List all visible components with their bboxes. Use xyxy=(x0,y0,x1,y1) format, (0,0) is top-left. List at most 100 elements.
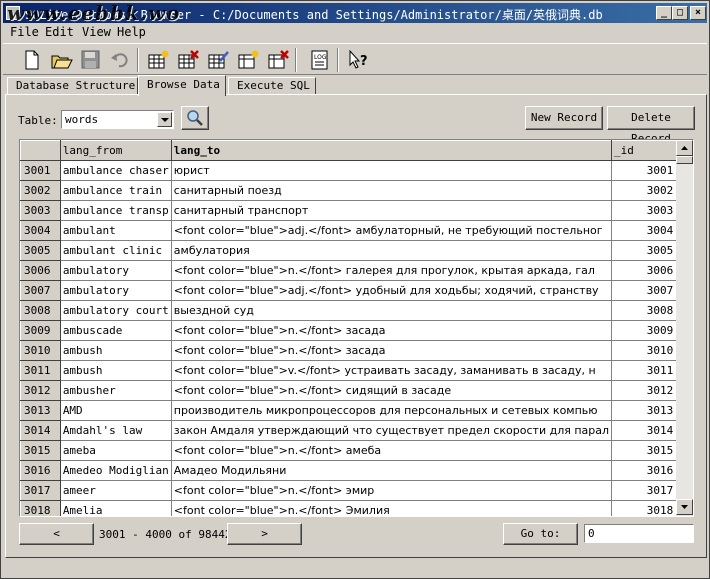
go-to-button[interactable]: Go to: xyxy=(503,523,578,545)
cell-id[interactable]: 3018 xyxy=(611,500,678,516)
cell-id[interactable]: 3012 xyxy=(611,380,678,401)
cell-id[interactable]: 3004 xyxy=(611,220,678,241)
row-number[interactable]: 3001 xyxy=(20,160,61,181)
cell-lang-from[interactable]: ambulatory court xyxy=(60,300,172,321)
cell-lang-to[interactable]: <font color="blue">n.</font> эмир xyxy=(171,480,613,501)
table-row[interactable]: 3016 Amedeo Modiglian Амадео Модильяни 3016 xyxy=(20,460,693,481)
table-row[interactable]: 3001 ambulance chaser юрист 3001 xyxy=(20,160,693,181)
new-record-button[interactable]: New Record xyxy=(525,106,603,130)
open-database-icon[interactable] xyxy=(48,47,74,73)
cell-lang-to[interactable]: <font color="blue">n.</font> галерея для… xyxy=(171,260,613,281)
cell-lang-from[interactable]: ambulant clinic xyxy=(60,240,172,261)
cell-lang-to[interactable]: <font color="blue">n.</font> засада xyxy=(171,340,613,361)
tab-database-structure[interactable]: Database Structure xyxy=(7,77,138,95)
cell-id[interactable]: 3005 xyxy=(611,240,678,261)
table-row[interactable]: 3015 ameba <font color="blue">n.</font> ам… xyxy=(20,440,693,461)
cell-id[interactable]: 3017 xyxy=(611,480,678,501)
scroll-down-button[interactable] xyxy=(676,499,693,515)
search-button[interactable] xyxy=(181,106,209,130)
cell-lang-from[interactable]: ambulant xyxy=(60,220,172,241)
table-row[interactable]: 3006 ambulatory <font color="blue">n.</fon… xyxy=(20,260,693,281)
cell-lang-from[interactable]: ameer xyxy=(60,480,172,501)
column-header-lang-to[interactable]: lang_to xyxy=(170,140,613,161)
cell-lang-to[interactable]: <font color="blue">n.</font> сидящий в з… xyxy=(171,380,613,401)
cell-id[interactable]: 3011 xyxy=(611,360,678,381)
table-row[interactable]: 3008 ambulatory court выездной суд 3008 xyxy=(20,300,693,321)
row-number[interactable]: 3012 xyxy=(20,380,61,401)
delete-table-icon[interactable] xyxy=(175,47,201,73)
title-bar[interactable]: SQLite Database Browser - C:/Documents a… xyxy=(3,1,707,25)
tab-browse-data[interactable]: Browse Data xyxy=(138,75,226,96)
cell-id[interactable]: 3002 xyxy=(611,180,678,201)
cell-id[interactable]: 3003 xyxy=(611,200,678,221)
table-row[interactable]: 3014 Amdahl's law закон Амдаля утверждающи… xyxy=(20,420,693,441)
modify-table-icon[interactable] xyxy=(205,47,231,73)
cell-lang-to[interactable]: <font color="blue">adj.</font> амбулатор… xyxy=(171,220,613,241)
cell-id[interactable]: 3006 xyxy=(611,260,678,281)
go-to-input[interactable] xyxy=(584,524,694,543)
row-number[interactable]: 3005 xyxy=(20,240,61,261)
undo-icon[interactable] xyxy=(107,47,133,73)
cell-lang-from[interactable]: ambulance chaser xyxy=(60,160,172,181)
row-number[interactable]: 3006 xyxy=(20,260,61,281)
scroll-thumb[interactable] xyxy=(676,156,693,164)
cell-lang-from[interactable]: ambuscade xyxy=(60,320,172,341)
row-number[interactable]: 3010 xyxy=(20,340,61,361)
row-number[interactable]: 3008 xyxy=(20,300,61,321)
table-row[interactable]: 3013 AMD производитель микропроцессоров дл… xyxy=(20,400,693,421)
table-select[interactable]: words xyxy=(61,110,174,129)
table-row[interactable]: 3002 ambulance train санитарный поезд 3002 xyxy=(20,180,693,201)
cell-lang-from[interactable]: Amdahl's law xyxy=(60,420,172,441)
column-header-id[interactable]: _id xyxy=(611,140,678,161)
menu-view[interactable]: View xyxy=(82,25,111,39)
menu-help[interactable]: Help xyxy=(117,25,146,39)
cell-lang-to[interactable]: <font color="blue">v.</font> устраивать … xyxy=(171,360,613,381)
cell-id[interactable]: 3016 xyxy=(611,460,678,481)
cell-lang-from[interactable]: Amedeo Modiglian xyxy=(60,460,172,481)
cell-id[interactable]: 3008 xyxy=(611,300,678,321)
menu-file[interactable]: File xyxy=(10,25,39,39)
cell-lang-from[interactable]: ambush xyxy=(60,360,172,381)
cell-lang-to[interactable]: санитарный транспорт xyxy=(171,200,613,221)
log-icon[interactable]: LOG xyxy=(307,47,333,73)
save-icon[interactable] xyxy=(78,47,104,73)
row-number[interactable]: 3009 xyxy=(20,320,61,341)
cell-lang-from[interactable]: ambulatory xyxy=(60,280,172,301)
menu-edit[interactable]: Edit xyxy=(45,25,74,39)
table-row[interactable]: 3003 ambulance transp санитарный транспорт… xyxy=(20,200,693,221)
table-row[interactable]: 3017 ameer <font color="blue">n.</font> эм… xyxy=(20,480,693,501)
cell-id[interactable]: 3015 xyxy=(611,440,678,461)
row-number[interactable]: 3002 xyxy=(20,180,61,201)
row-number[interactable]: 3015 xyxy=(20,440,61,461)
cell-lang-to[interactable]: санитарный поезд xyxy=(171,180,613,201)
table-row[interactable]: 3011 ambush <font color="blue">v.</font> у… xyxy=(20,360,693,381)
create-table-icon[interactable] xyxy=(145,47,171,73)
row-number[interactable]: 3007 xyxy=(20,280,61,301)
row-number[interactable]: 3011 xyxy=(20,360,61,381)
delete-index-icon[interactable] xyxy=(265,47,291,73)
cell-id[interactable]: 3010 xyxy=(611,340,678,361)
cell-lang-from[interactable]: AMD xyxy=(60,400,172,421)
cell-lang-from[interactable]: Amelia xyxy=(60,500,172,516)
row-number[interactable]: 3003 xyxy=(20,200,61,221)
table-row[interactable]: 3009 ambuscade <font color="blue">n.</font… xyxy=(20,320,693,341)
maximize-button[interactable]: □ xyxy=(672,6,688,20)
chevron-down-icon[interactable] xyxy=(157,112,172,127)
table-row[interactable]: 3010 ambush <font color="blue">n.</font> з… xyxy=(20,340,693,361)
row-number[interactable]: 3004 xyxy=(20,220,61,241)
cell-lang-to[interactable]: <font color="blue">n.</font> Эмилия xyxy=(171,500,613,516)
cell-lang-to[interactable]: <font color="blue">n.</font> засада xyxy=(171,320,613,341)
corner-header[interactable] xyxy=(20,140,61,161)
row-number[interactable]: 3014 xyxy=(20,420,61,441)
cell-id[interactable]: 3014 xyxy=(611,420,678,441)
row-number[interactable]: 3013 xyxy=(20,400,61,421)
table-row[interactable]: 3005 ambulant clinic амбулатория 3005 xyxy=(20,240,693,261)
row-number[interactable]: 3018 xyxy=(20,500,61,516)
whats-this-icon[interactable]: ? xyxy=(345,47,371,73)
cell-lang-to[interactable]: закон Амдаля утверждающий что существует… xyxy=(171,420,613,441)
cell-lang-to[interactable]: амбулатория xyxy=(171,240,613,261)
close-button[interactable]: × xyxy=(690,6,706,20)
row-number[interactable]: 3016 xyxy=(20,460,61,481)
scroll-up-button[interactable] xyxy=(676,140,693,156)
cell-id[interactable]: 3001 xyxy=(611,160,678,181)
